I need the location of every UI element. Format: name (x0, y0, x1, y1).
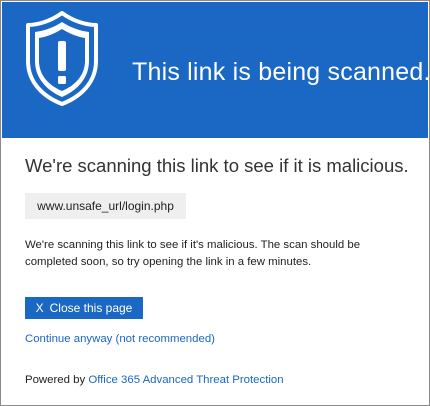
close-button-label: Close this page (49, 301, 133, 315)
banner-title: This link is being scanned. (132, 58, 430, 86)
powered-by-footer: Powered by Office 365 Advanced Threat Pr… (25, 374, 284, 386)
scanned-url: www.unsafe_url/login.php (25, 193, 186, 219)
scan-warning-page: This link is being scanned. We're scanni… (0, 0, 430, 406)
close-icon: X (35, 301, 44, 315)
header-banner: This link is being scanned. (2, 2, 430, 138)
powered-by-label: Powered by (25, 374, 86, 386)
shield-exclamation-icon (26, 11, 98, 106)
atp-link[interactable]: Office 365 Advanced Threat Protection (88, 374, 283, 386)
close-page-button[interactable]: X Close this page (25, 297, 143, 319)
scan-description: We're scanning this link to see if it's … (25, 239, 361, 268)
page-heading: We're scanning this link to see if it is… (25, 155, 409, 176)
continue-anyway-link[interactable]: Continue anyway (not recommended) (25, 333, 215, 345)
